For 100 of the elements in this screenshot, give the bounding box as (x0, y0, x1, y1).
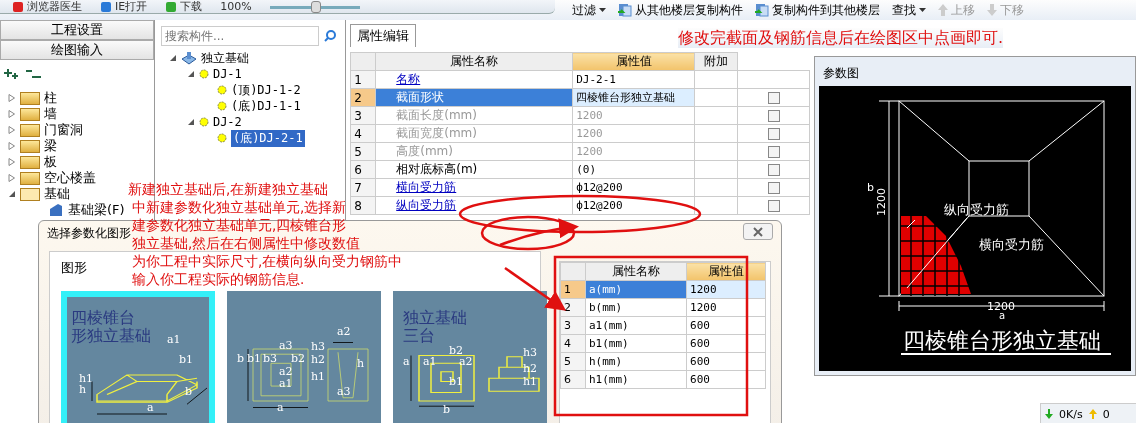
toolbar-button[interactable]: 查找 (890, 1, 928, 19)
folder-icon (20, 123, 40, 137)
collapsed-arrow-icon[interactable] (8, 94, 16, 102)
annotation-text: 新建独立基础后,在新建独立基础 (128, 180, 329, 198)
browser-button[interactable]: 浏览器医生 (12, 0, 82, 13)
property-name: 截面宽度(mm) (375, 124, 573, 143)
tree-item[interactable]: 独立基础 (200, 49, 249, 67)
dimension-label: 1200 (987, 300, 1016, 313)
expanded-arrow-icon[interactable] (168, 54, 177, 62)
annotation-text: 中新建参数化独立基础单元,选择新 (132, 198, 347, 216)
tab[interactable]: 属性编辑 (350, 24, 417, 47)
nav-button[interactable]: 工程设置 (0, 20, 154, 40)
parameter-value[interactable]: 600 (686, 334, 766, 353)
checkbox[interactable] (767, 199, 780, 212)
dimension-label: h1 (79, 372, 94, 385)
dimension-label: b (867, 181, 875, 194)
dimension-label: a2 (337, 325, 351, 338)
parameter-name: b(mm) (585, 298, 687, 317)
toolbar-button[interactable]: 从其他楼层复制构件 (616, 1, 745, 19)
beam-icon (48, 203, 64, 217)
toolbar-button[interactable]: 复制构件到其他楼层 (753, 1, 882, 19)
rebar-label: 横向受力筋 (979, 237, 1045, 252)
checkbox[interactable] (767, 91, 780, 104)
tree-item[interactable]: DJ-2 (212, 115, 242, 129)
tree-item[interactable]: (顶)DJ-1-2 (230, 81, 301, 99)
dimension-label: a2 (279, 365, 293, 378)
dimension-label: a (999, 310, 1006, 321)
tree-item[interactable]: 板 (44, 153, 57, 171)
toolbar-button[interactable]: 过滤 (570, 1, 608, 19)
browser-button[interactable]: IE打开 (100, 0, 148, 13)
property-name: 纵向受力筋 (375, 196, 573, 215)
down-arrow-icon (1045, 409, 1053, 419)
property-name: 高度(mm) (375, 142, 573, 161)
parameter-name: h(mm) (585, 352, 687, 371)
dimension-label: h2 (311, 353, 326, 366)
drawing-caption: 四棱锥台形独立基础 (903, 328, 1102, 353)
collapsed-arrow-icon[interactable] (8, 110, 16, 118)
checkbox[interactable] (767, 181, 780, 194)
folder-icon (20, 187, 40, 201)
gear-icon (216, 133, 227, 143)
column-header: 属性值 (572, 52, 695, 71)
collapsed-arrow-icon[interactable] (8, 174, 16, 182)
shape-title: 四棱锥台 (71, 309, 135, 327)
tree-item[interactable]: DJ-1 (212, 67, 242, 81)
rebar-label: 纵向受力筋 (944, 202, 1010, 217)
document-icon (618, 3, 632, 17)
dimension-label: a1 (167, 333, 181, 346)
group-label: 图形 (61, 259, 87, 277)
expanded-arrow-icon[interactable] (8, 190, 16, 198)
expanded-arrow-icon[interactable] (186, 70, 195, 78)
down-arrow-icon (987, 4, 997, 16)
tree-item[interactable]: (底)DJ-1-1 (230, 97, 301, 115)
property-value[interactable]: (0) (572, 160, 695, 179)
property-value[interactable]: DJ-2-1 (572, 70, 695, 89)
parameter-value[interactable]: 600 (686, 316, 766, 335)
shape-title: 形独立基础 (71, 327, 151, 345)
shape-title: 独立基础 (403, 309, 467, 327)
expanded-arrow-icon[interactable] (186, 118, 195, 126)
foundation-icon (180, 51, 197, 65)
slider-thumb[interactable] (310, 0, 321, 13)
tree-item[interactable]: 门窗洞 (44, 121, 83, 139)
dimension-label: h3 (311, 340, 326, 353)
dimension-label: a1 (423, 355, 437, 368)
column-header: 属性值 (686, 262, 766, 281)
parameter-value[interactable]: 1200 (686, 298, 766, 317)
gear-icon (216, 85, 227, 95)
document-icon (755, 3, 769, 17)
tree-item[interactable]: 基础梁(F) (68, 201, 125, 219)
tree-item[interactable]: 梁 (44, 137, 57, 155)
column-header: 附加 (694, 52, 738, 71)
gear-icon (198, 69, 209, 79)
tree-item[interactable]: 基础 (44, 185, 70, 203)
shape-title: 三台 (403, 327, 435, 345)
search-field[interactable]: 搜索构件... (160, 26, 319, 46)
dimension-label: a2 (459, 355, 473, 368)
tree-item[interactable]: 墙 (44, 105, 57, 123)
close-button[interactable] (743, 223, 773, 240)
expand-all-icon[interactable] (4, 68, 20, 80)
property-name: 横向受力筋 (375, 178, 573, 197)
annotation-text: 为你工程中实际尺寸,在横向纵向受力钢筋中 (132, 252, 403, 270)
nav-button[interactable]: 绘图输入 (0, 40, 154, 60)
property-value[interactable]: ф12@200 (572, 196, 695, 215)
collapsed-arrow-icon[interactable] (8, 158, 16, 166)
dimension-label: h2 (523, 362, 538, 375)
collapsed-arrow-icon[interactable] (8, 126, 16, 134)
folder-icon (20, 171, 40, 185)
tree-item[interactable]: 空心楼盖 (44, 169, 96, 187)
parameter-value[interactable]: 600 (686, 352, 766, 371)
browser-button[interactable]: 下载 (165, 0, 203, 13)
tree-item[interactable]: 柱 (44, 89, 57, 107)
parameter-value[interactable]: 600 (686, 370, 766, 389)
close-icon (753, 226, 763, 237)
annotation-text: 修改完截面及钢筋信息后在绘图区中点画即可. (678, 28, 1004, 48)
up-arrow-icon (938, 4, 948, 16)
collapsed-arrow-icon[interactable] (8, 142, 16, 150)
search-icon[interactable] (322, 29, 337, 43)
tree-item[interactable]: (底)DJ-2-1 (230, 129, 305, 147)
zoom-button[interactable]: 100% (220, 0, 252, 13)
checkbox[interactable] (767, 163, 780, 176)
collapse-all-icon[interactable] (26, 68, 42, 80)
